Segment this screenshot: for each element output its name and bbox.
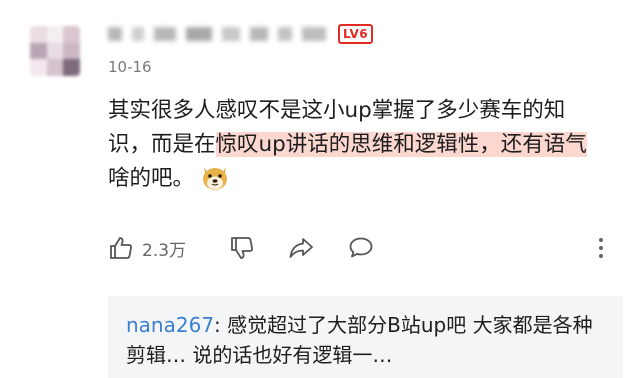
share-button[interactable]	[288, 230, 314, 266]
more-icon	[599, 238, 603, 258]
comment-text-highlight: 惊叹up讲话的思维和逻辑性，还有语气	[215, 132, 587, 157]
dislike-button[interactable]	[229, 230, 255, 266]
reply-button[interactable]	[348, 230, 374, 266]
comment-actions: 2.3万	[108, 230, 613, 266]
share-icon	[289, 238, 313, 258]
avatar[interactable]	[30, 26, 80, 76]
comment-icon	[349, 237, 373, 258]
like-count: 2.3万	[142, 240, 187, 261]
thumbs-up-icon	[110, 237, 132, 259]
doge-emoji-icon	[200, 163, 230, 191]
comment-text: 其实很多人感叹不是这小up掌握了多少赛车的知识，而是在惊叹up讲话的思维和逻辑性…	[108, 94, 608, 196]
more-button[interactable]	[588, 230, 614, 266]
username-blurred[interactable]	[108, 27, 326, 41]
like-button[interactable]: 2.3万	[108, 230, 186, 266]
thumbs-down-icon	[231, 237, 253, 259]
reply-text: nana267: 感觉超过了大部分B站up吧 大家都是各种剪辑… 说的话也好有逻…	[126, 310, 606, 370]
comment-text-part: 啥的吧。	[108, 166, 195, 191]
reply-preview[interactable]: nana267: 感觉超过了大部分B站up吧 大家都是各种剪辑… 说的话也好有逻…	[108, 296, 623, 378]
username-row[interactable]: LV6	[108, 22, 374, 46]
comment-date: 10-16	[108, 58, 152, 76]
user-level-badge: LV6	[338, 24, 374, 44]
reply-username[interactable]: nana267	[126, 313, 214, 337]
